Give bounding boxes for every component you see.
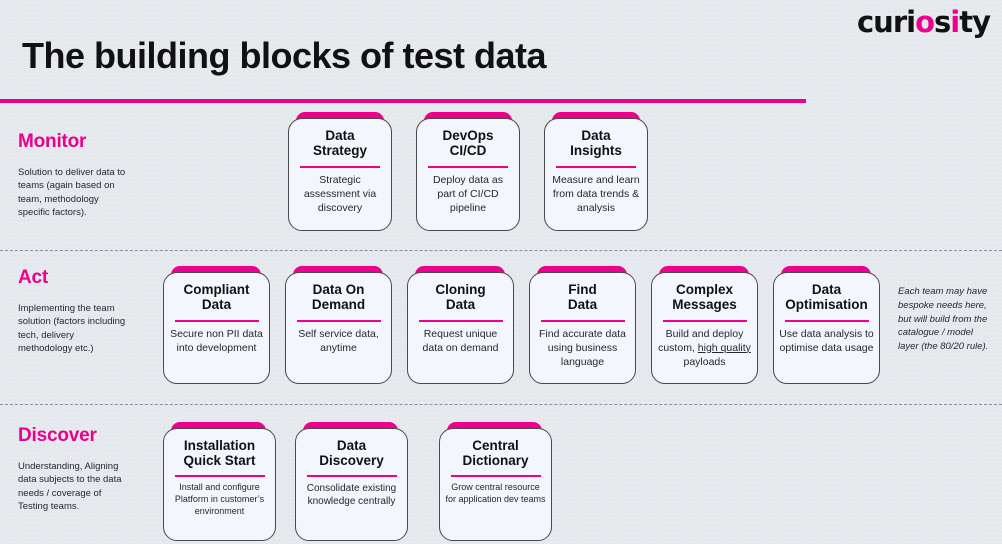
- card-data-strategy[interactable]: Data Strategy Strategic assessment via d…: [288, 118, 392, 231]
- logo-dot-o: o: [915, 5, 935, 39]
- card-body-installation-quick-start: Install and configure Platform in custom…: [174, 481, 265, 516]
- card-title-line1: Data: [811, 282, 842, 297]
- card-title-line2: Quick Start: [183, 453, 256, 469]
- card-rule-data-strategy: [300, 165, 380, 168]
- section-description-discover: Understanding, Aligning data subjects to…: [18, 461, 122, 513]
- card-title-line2: Optimisation: [785, 297, 868, 313]
- card-title-line2: Insights: [570, 143, 622, 159]
- card-title-line1: Compliant: [183, 282, 250, 297]
- section-divider-monitor-act: [0, 250, 1002, 251]
- logo-text-part2: s: [934, 5, 951, 39]
- card-title-devops-cicd: DevOps CI/CD: [423, 128, 513, 159]
- card-data-discovery[interactable]: Data Discovery Consolidate existing know…: [295, 428, 408, 541]
- infographic-page: curiosity The building blocks of test da…: [0, 0, 1002, 544]
- section-divider-act-discover: [0, 404, 1002, 405]
- card-rule-data-insights: [556, 165, 636, 168]
- card-data-on-demand[interactable]: Data On Demand Self service data, anytim…: [285, 272, 392, 384]
- card-title-central-dictionary: Central Dictionary: [445, 438, 546, 469]
- card-rule-data-discovery: [306, 474, 397, 477]
- card-body-compliant-data: Secure non PII data into development: [170, 327, 263, 354]
- card-title-line1: Data: [336, 438, 367, 453]
- card-title-line2: Dictionary: [462, 453, 529, 469]
- card-title-line1: Complex: [675, 282, 733, 297]
- card-title-line2: Demand: [311, 297, 366, 313]
- card-body-data-optimisation: Use data analysis to optimise data usage: [779, 327, 874, 354]
- page-title: The building blocks of test data: [22, 35, 547, 76]
- card-data-optimisation[interactable]: Data Optimisation Use data analysis to o…: [773, 272, 880, 384]
- card-title-compliant-data: Compliant Data: [169, 282, 264, 313]
- card-title-line2: Discovery: [319, 453, 384, 469]
- card-rule-installation-quick-start: [174, 474, 265, 477]
- card-title-line2: Data: [567, 297, 598, 313]
- card-title-line1: Data: [581, 128, 611, 143]
- card-rule-compliant-data: [174, 319, 259, 322]
- card-title-data-on-demand: Data On Demand: [291, 282, 386, 313]
- section-label-act: Act: [18, 267, 49, 288]
- section-description-act: Implementing the team solution (factors …: [18, 303, 126, 355]
- card-title-find-data: Find Data: [535, 282, 630, 313]
- card-rule-complex-messages: [662, 319, 747, 322]
- card-rule-devops-cicd: [428, 165, 508, 168]
- card-central-dictionary[interactable]: Central Dictionary Grow central resource…: [439, 428, 552, 541]
- card-body-data-discovery: Consolidate existing knowledge centrally: [306, 482, 397, 508]
- act-section-note: Each team may have bespoke needs here, b…: [898, 286, 989, 353]
- card-title-complex-messages: Complex Messages: [657, 282, 752, 313]
- card-title-line2: Data: [201, 297, 232, 313]
- card-body-find-data: Find accurate data using business langua…: [539, 327, 626, 368]
- card-title-line1: DevOps: [442, 128, 494, 143]
- card-body-text-suffix: payloads: [683, 355, 726, 368]
- card-title-line1: Find: [568, 282, 597, 297]
- card-title-line2: Data: [445, 297, 476, 313]
- card-installation-quick-start[interactable]: Installation Quick Start Install and con…: [163, 428, 276, 541]
- card-body-devops-cicd: Deploy data as part of CI/CD pipeline: [432, 173, 504, 214]
- card-title-data-insights: Data Insights: [551, 128, 641, 159]
- card-title-installation-quick-start: Installation Quick Start: [169, 438, 270, 469]
- card-body-cloning-data: Request unique data on demand: [422, 327, 499, 354]
- card-data-insights[interactable]: Data Insights Measure and learn from dat…: [544, 118, 648, 231]
- card-body-underlined-text: high quality: [697, 341, 751, 354]
- card-title-line1: Data: [325, 128, 355, 143]
- card-title-line1: Cloning: [435, 282, 486, 297]
- card-title-data-discovery: Data Discovery: [301, 438, 402, 469]
- card-title-line1: Data On: [312, 282, 365, 297]
- card-rule-find-data: [540, 319, 625, 322]
- card-title-line2: Strategy: [312, 143, 368, 159]
- curiosity-logo: curiosity: [856, 5, 991, 39]
- title-accent-rule: [0, 99, 806, 103]
- card-compliant-data[interactable]: Compliant Data Secure non PII data into …: [163, 272, 270, 384]
- card-cloning-data[interactable]: Cloning Data Request unique data on dema…: [407, 272, 514, 384]
- card-rule-data-optimisation: [784, 319, 869, 322]
- card-rule-data-on-demand: [296, 319, 381, 322]
- card-title-line1: Central: [472, 438, 519, 453]
- card-title-line1: Installation: [183, 438, 256, 453]
- card-find-data[interactable]: Find Data Find accurate data using busin…: [529, 272, 636, 384]
- card-body-data-strategy: Strategic assessment via discovery: [303, 173, 377, 214]
- logo-dot-i: i: [950, 5, 960, 39]
- card-title-data-strategy: Data Strategy: [295, 128, 385, 159]
- card-body-complex-messages: Build and deploy custom, high quality pa…: [657, 328, 752, 370]
- section-label-discover: Discover: [18, 425, 97, 446]
- card-devops-cicd[interactable]: DevOps CI/CD Deploy data as part of CI/C…: [416, 118, 520, 231]
- section-label-monitor: Monitor: [18, 131, 87, 152]
- card-title-line2: Messages: [672, 297, 737, 313]
- logo-text-part3: ty: [959, 5, 991, 39]
- card-title-data-optimisation: Data Optimisation: [779, 282, 874, 313]
- card-title-cloning-data: Cloning Data: [413, 282, 508, 313]
- card-title-line2: CI/CD: [449, 143, 487, 159]
- logo-text-part1: curi: [856, 5, 916, 39]
- card-rule-cloning-data: [418, 319, 503, 322]
- card-body-data-insights: Measure and learn from data trends & ana…: [552, 173, 640, 214]
- card-body-data-on-demand: Self service data, anytime: [298, 327, 379, 354]
- section-description-monitor: Solution to deliver data to teams (again…: [18, 167, 126, 219]
- card-body-central-dictionary: Grow central resource for application de…: [445, 481, 546, 504]
- card-complex-messages[interactable]: Complex Messages Build and deploy custom…: [651, 272, 758, 384]
- card-rule-central-dictionary: [450, 474, 541, 477]
